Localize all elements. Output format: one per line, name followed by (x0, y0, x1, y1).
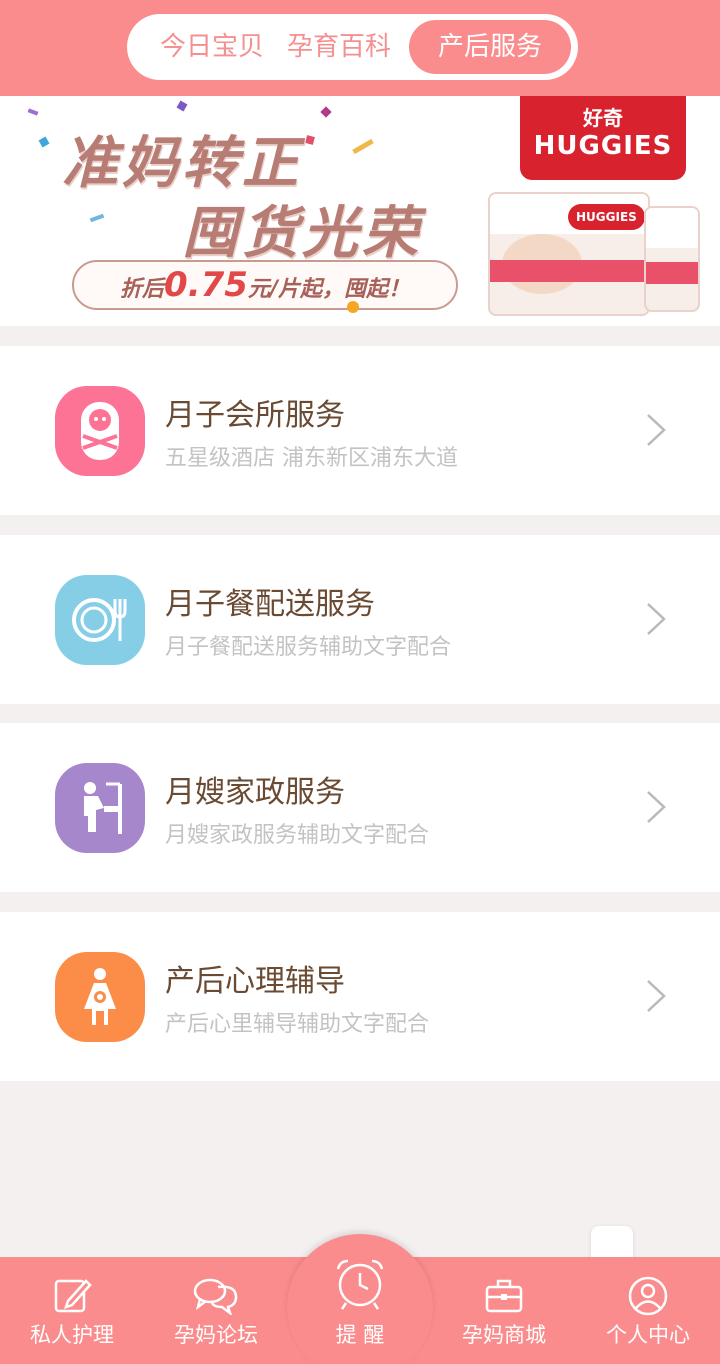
confetti-decoration (176, 100, 188, 112)
nav-item-reminder[interactable]: 提 醒 (288, 1257, 432, 1364)
confetti-decoration (38, 136, 50, 148)
pencil-note-icon (54, 1279, 92, 1313)
carousel-indicator-dot[interactable] (347, 301, 359, 313)
plate-fork-icon (55, 575, 145, 665)
banner-headline-1: 准妈转正 (62, 131, 302, 196)
segmented-tabs: 今日宝贝 孕育百科 产后服务 (127, 14, 578, 80)
nav-item-private-care[interactable]: 私人护理 (0, 1257, 144, 1364)
service-subtitle: 月子餐配送服务辅助文字配合 (165, 635, 452, 660)
chevron-right-icon (647, 791, 666, 823)
promo-banner[interactable]: 准妈转正 囤货光荣 折后0.75元/片起，囤起！ 好奇 HUGGIES HUGG… (0, 96, 720, 326)
brand-logo: 好奇 HUGGIES (520, 96, 686, 180)
diaper-pack-image: HUGGIES (488, 192, 650, 316)
confetti-decoration (305, 135, 315, 145)
confetti-decoration (352, 138, 374, 155)
nav-item-forum[interactable]: 孕妈论坛 (144, 1257, 288, 1364)
user-circle-icon (628, 1276, 668, 1316)
service-title: 月子餐配送服务 (165, 587, 375, 622)
nav-label: 孕妈商城 (462, 1323, 546, 1347)
service-card-meal-delivery[interactable]: 月子餐配送服务 月子餐配送服务辅助文字配合 (0, 535, 720, 704)
alarm-clock-icon (336, 1259, 384, 1310)
banner-headline-2: 囤货光荣 (182, 201, 422, 266)
tab-pregnancy-wiki[interactable]: 孕育百科 (283, 14, 395, 80)
tab-postpartum-service[interactable]: 产后服务 (409, 20, 571, 74)
service-subtitle: 五星级酒店 浦东新区浦东大道 (165, 446, 458, 471)
service-title: 月子会所服务 (165, 398, 345, 433)
service-card-confinement-club[interactable]: 月子会所服务 五星级酒店 浦东新区浦东大道 (0, 346, 720, 515)
nav-item-profile[interactable]: 个人中心 (576, 1257, 720, 1364)
nav-label: 孕妈论坛 (174, 1323, 258, 1347)
price-value: 0.75 (164, 265, 248, 305)
mother-icon (55, 952, 145, 1042)
service-title: 月嫂家政服务 (165, 775, 345, 810)
chevron-right-icon (647, 603, 666, 635)
nanny-changing-icon (55, 763, 145, 853)
chevron-right-icon (647, 414, 666, 446)
price-suffix: 元/片起，囤起！ (247, 277, 410, 302)
top-header: 今日宝贝 孕育百科 产后服务 (0, 0, 720, 96)
diaper-pack-image (644, 206, 700, 312)
chevron-right-icon (647, 980, 666, 1012)
banner-price-pill: 折后0.75元/片起，囤起！ (72, 260, 458, 310)
tab-today-baby[interactable]: 今日宝贝 (157, 14, 267, 80)
briefcase-icon (485, 1279, 523, 1313)
service-card-psych-counseling[interactable]: 产后心理辅导 产后心里辅导辅助文字配合 (0, 912, 720, 1081)
swaddled-baby-icon (55, 386, 145, 476)
confetti-decoration (89, 213, 105, 223)
confetti-decoration (27, 108, 39, 116)
service-subtitle: 月嫂家政服务辅助文字配合 (165, 823, 430, 848)
brand-name-en: HUGGIES (533, 131, 673, 161)
price-prefix: 折后 (120, 277, 165, 302)
service-subtitle: 产后心里辅导辅助文字配合 (165, 1012, 430, 1037)
nav-label: 私人护理 (30, 1323, 114, 1347)
nav-item-mall[interactable]: 孕妈商城 (432, 1257, 576, 1364)
nav-label: 提 醒 (335, 1323, 385, 1347)
service-card-nanny[interactable]: 月嫂家政服务 月嫂家政服务辅助文字配合 (0, 723, 720, 892)
brand-name-cn: 好奇 (583, 106, 623, 130)
service-title: 产后心理辅导 (165, 964, 345, 999)
chat-bubbles-icon (193, 1278, 238, 1315)
nav-label: 个人中心 (606, 1323, 690, 1347)
confetti-decoration (320, 106, 332, 118)
